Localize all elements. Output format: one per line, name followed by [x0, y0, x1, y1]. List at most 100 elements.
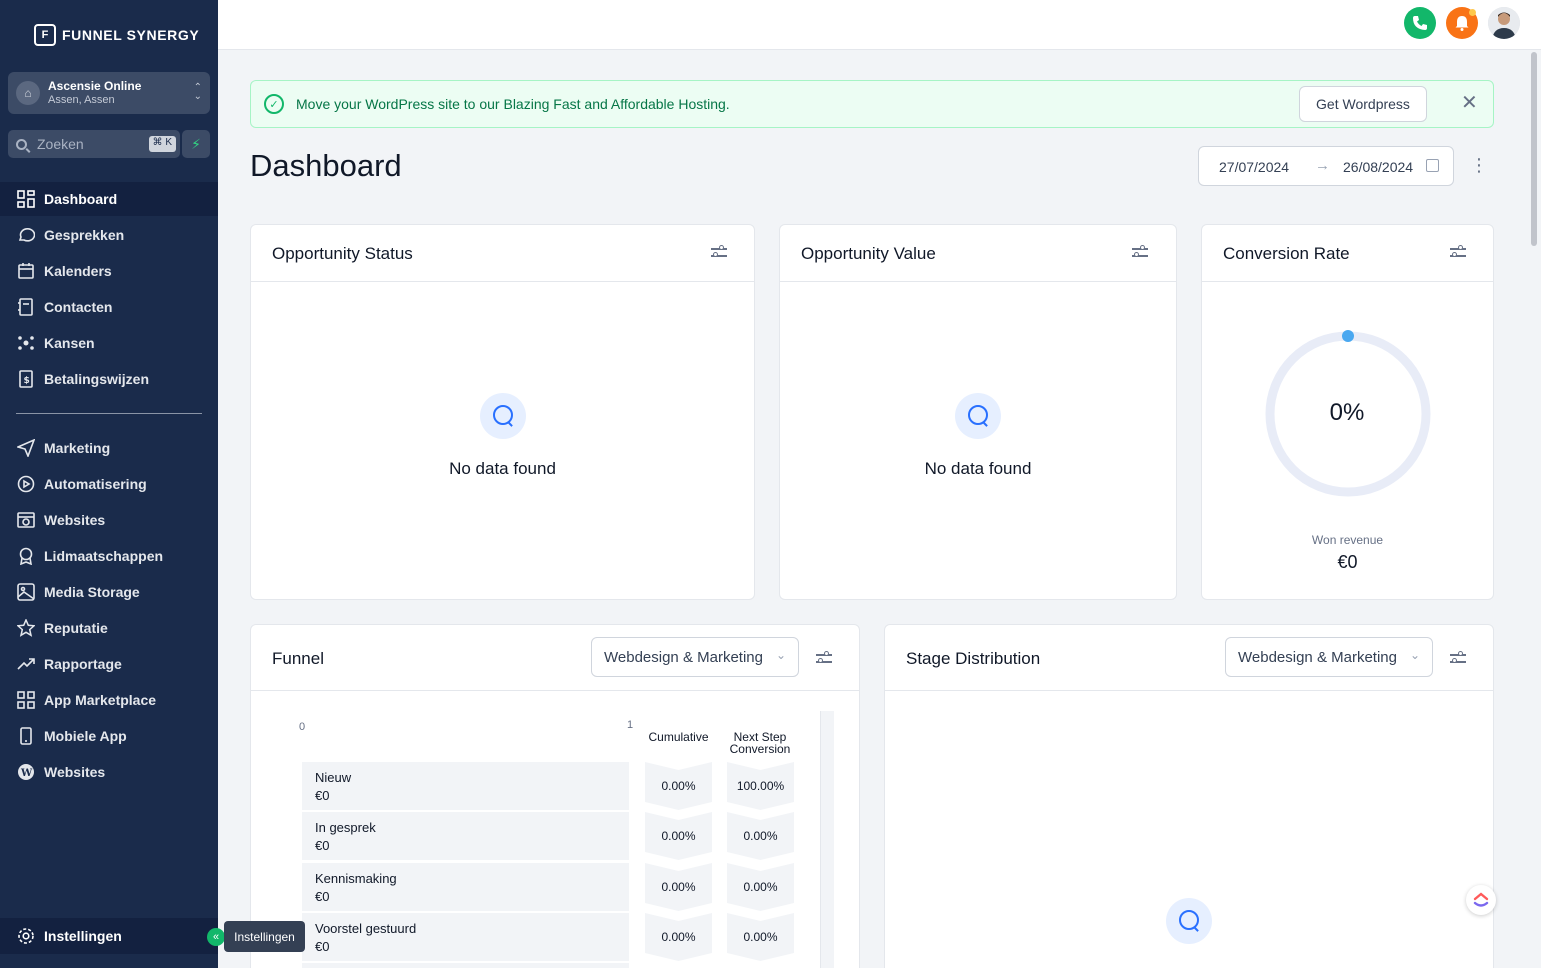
- sidebar-item-websites[interactable]: Websites: [0, 503, 218, 537]
- sidebar-item-automatisering[interactable]: Automatisering: [0, 467, 218, 501]
- search-icon: [16, 138, 27, 150]
- card-header: Funnel Webdesign & Marketing ⌄: [251, 625, 859, 691]
- stage-box: Nieuw €0: [302, 762, 629, 810]
- next-step-cell: 0.00%: [727, 812, 794, 860]
- hosting-banner: ✓ Move your WordPress site to our Blazin…: [250, 80, 1494, 128]
- filter-settings-icon[interactable]: [1450, 245, 1466, 259]
- sidebar-item-instellingen[interactable]: Instellingen: [0, 918, 218, 954]
- funnel-scrollbar[interactable]: [820, 711, 834, 968]
- sidebar-item-label: Gesprekken: [44, 227, 125, 243]
- banner-text: Move your WordPress site to our Blazing …: [296, 96, 730, 112]
- close-icon[interactable]: ✕: [1461, 93, 1478, 113]
- sidebar-item-label: Kansen: [44, 335, 95, 351]
- sidebar-item-app-marketplace[interactable]: App Marketplace: [0, 683, 218, 717]
- filter-settings-icon[interactable]: [1132, 245, 1148, 259]
- sidebar-item-label: Marketing: [44, 440, 111, 456]
- sidebar-item-label: Websites: [44, 512, 106, 528]
- account-location: Assen, Assen: [48, 94, 115, 106]
- funnel-logo-icon: F: [34, 24, 56, 46]
- axis-min-label: 0: [299, 721, 306, 733]
- won-revenue-value: €0: [1337, 552, 1358, 572]
- funnel-card: Funnel Webdesign & Marketing ⌄ 0 1 Cumul…: [250, 624, 860, 968]
- notification-dot: [1469, 9, 1476, 16]
- card-header: Opportunity Status: [251, 225, 754, 282]
- page-title: Dashboard: [250, 148, 402, 183]
- page-scrollbar-thumb[interactable]: [1531, 52, 1537, 246]
- contacts-icon: [16, 297, 36, 317]
- bell-icon: [1455, 16, 1469, 31]
- phone-button[interactable]: [1404, 7, 1436, 39]
- sidebar-item-media-storage[interactable]: Media Storage: [0, 575, 218, 609]
- search-input[interactable]: Zoeken ⌘ K: [8, 130, 180, 158]
- collapse-sidebar-button[interactable]: «: [207, 928, 225, 946]
- opportunity-value-card: Opportunity Value No data found: [779, 224, 1177, 600]
- stage-value: €0: [315, 788, 330, 803]
- search-icon: [479, 393, 526, 439]
- notifications-button[interactable]: [1446, 7, 1478, 39]
- empty-text: No data found: [924, 459, 1032, 478]
- user-avatar-icon: [1488, 7, 1520, 39]
- date-range-picker[interactable]: 27/07/2024 → 26/08/2024: [1198, 146, 1454, 186]
- sidebar-item-mobiele-app[interactable]: Mobiele App: [0, 719, 218, 753]
- stage-box: In gesprek €0: [302, 812, 629, 860]
- sidebar-item-label: Websites: [44, 764, 106, 780]
- pipeline-select[interactable]: Webdesign & Marketing ⌄: [591, 637, 799, 677]
- sidebar-item-wordpress[interactable]: W Websites: [0, 755, 218, 789]
- sidebar-item-label: App Marketplace: [44, 692, 157, 708]
- check-circle-icon: ✓: [264, 94, 284, 114]
- avatar[interactable]: [1488, 7, 1520, 39]
- sidebar-item-betalingswijzen[interactable]: $ Betalingswijzen: [0, 362, 218, 396]
- filter-settings-icon[interactable]: [1450, 651, 1466, 665]
- chevron-down-icon: ⌄: [1409, 648, 1420, 662]
- filter-settings-icon[interactable]: [711, 245, 727, 259]
- sidebar-item-reputatie[interactable]: Reputatie: [0, 611, 218, 645]
- brand-logo[interactable]: F FUNNEL SYNERGY: [34, 24, 199, 46]
- next-step-cell: 100.00%: [727, 762, 794, 810]
- sidebar-item-kansen[interactable]: Kansen: [0, 326, 218, 360]
- sidebar-item-label: Contacten: [44, 299, 113, 315]
- quick-actions-button[interactable]: ⚡: [182, 130, 210, 158]
- send-icon: [16, 438, 36, 458]
- sidebar-item-label: Lidmaatschappen: [44, 548, 164, 564]
- conversion-rate-card: Conversion Rate 0% Won revenue €0: [1201, 224, 1494, 600]
- sidebar-item-dashboard[interactable]: Dashboard: [0, 182, 218, 216]
- stage-box: Kennismaking €0: [302, 863, 629, 911]
- date-start[interactable]: 27/07/2024: [1219, 159, 1289, 175]
- badge-icon: [16, 546, 36, 566]
- empty-state: [885, 898, 1493, 944]
- clickup-icon: [1473, 892, 1489, 907]
- axis-max-label: 1: [627, 719, 634, 731]
- filter-settings-icon[interactable]: [816, 651, 832, 665]
- sidebar-item-label: Rapportage: [44, 656, 122, 672]
- card-header: Conversion Rate: [1202, 225, 1493, 282]
- image-icon: [16, 582, 36, 602]
- settings-tooltip: Instellingen: [224, 921, 305, 952]
- get-wordpress-button[interactable]: Get Wordpress: [1299, 86, 1427, 122]
- more-options-icon[interactable]: ⋮: [1470, 154, 1488, 176]
- date-end[interactable]: 26/08/2024: [1343, 159, 1413, 175]
- bolt-icon: ⚡: [191, 135, 201, 152]
- cumulative-cell: 0.00%: [645, 812, 712, 860]
- sidebar-divider: [16, 413, 202, 414]
- svg-text:$: $: [24, 376, 30, 386]
- wordpress-icon: W: [16, 762, 36, 782]
- search-icon: [955, 393, 1001, 439]
- account-switcher[interactable]: ⌂ Ascensie Online Assen, Assen ⌃ ⌄: [8, 72, 210, 114]
- stage-distribution-card: Stage Distribution Webdesign & Marketing…: [884, 624, 1494, 968]
- pipeline-select-value: Webdesign & Marketing: [1238, 648, 1397, 666]
- sidebar-item-gesprekken[interactable]: Gesprekken: [0, 218, 218, 252]
- svg-text:W: W: [20, 768, 33, 779]
- stage-value: €0: [315, 889, 330, 904]
- topbar: [218, 0, 1541, 50]
- sidebar-item-marketing[interactable]: Marketing: [0, 431, 218, 465]
- sidebar-item-lidmaatschappen[interactable]: Lidmaatschappen: [0, 539, 218, 573]
- won-revenue-label: Won revenue: [1311, 533, 1384, 547]
- cumulative-header: Cumulative: [648, 730, 709, 744]
- clickup-widget-button[interactable]: [1466, 885, 1496, 915]
- sidebar-item-contacten[interactable]: Contacten: [0, 290, 218, 324]
- phone-call-icon: [1413, 16, 1427, 30]
- pipeline-select[interactable]: Webdesign & Marketing ⌄: [1225, 637, 1433, 677]
- sidebar-item-rapportage[interactable]: Rapportage: [0, 647, 218, 681]
- network-icon: [16, 333, 36, 353]
- sidebar-item-kalenders[interactable]: Kalenders: [0, 254, 218, 288]
